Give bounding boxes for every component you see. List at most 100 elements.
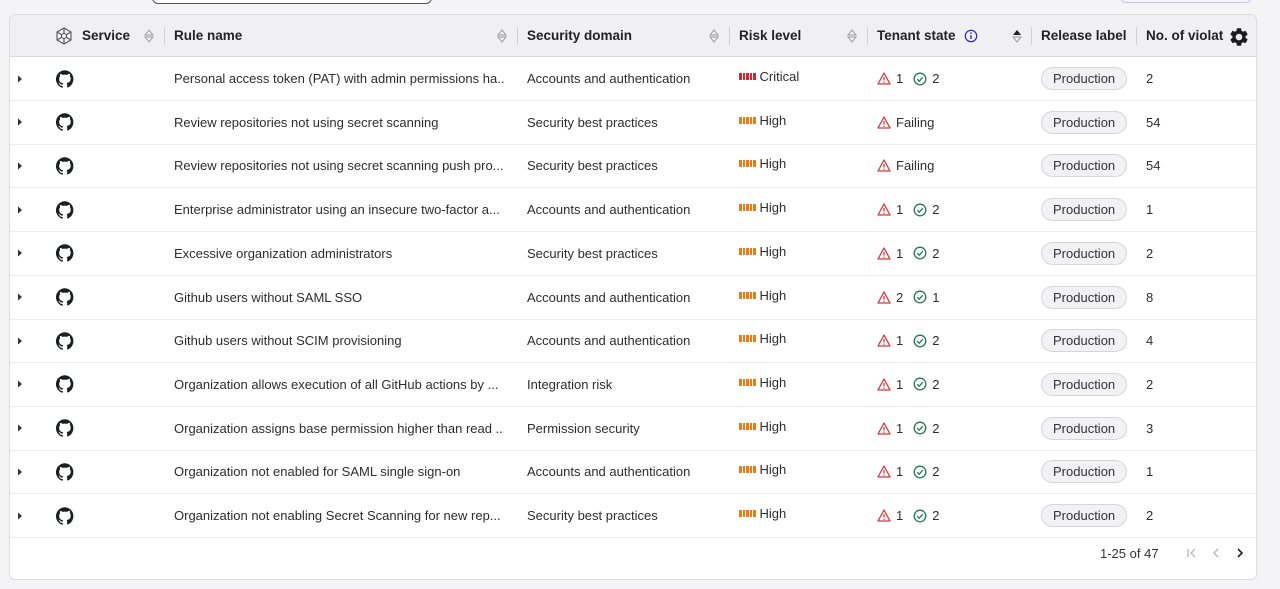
column-header-rule-name[interactable]: Rule name [174,15,242,56]
risk-bars-icon [739,247,756,255]
expand-row-button[interactable] [16,276,26,319]
warning-icon [877,509,891,522]
failing-count: 1 [877,464,903,479]
first-page-button[interactable] [1184,545,1200,561]
table-row[interactable]: Github users without SAML SSO Accounts a… [10,276,1256,320]
column-divider[interactable] [517,27,518,45]
service-cell [56,363,76,406]
column-header-release-label[interactable]: Release label [1041,15,1127,56]
column-header-violations[interactable]: No. of violati [1146,15,1224,56]
rule-name[interactable]: Enterprise administrator using an insecu… [174,188,504,231]
sort-icon[interactable] [847,28,857,44]
risk-bars-icon [739,510,756,517]
expand-row-button[interactable] [16,188,26,231]
warning-icon [877,290,891,304]
column-label-service: Service [82,28,131,43]
rule-name[interactable]: Review repositories not using secret sca… [174,144,504,187]
expand-row-button[interactable] [16,144,26,187]
failing-count: 1 [877,202,903,217]
gear-icon[interactable] [1228,26,1250,48]
check-circle-icon [913,246,927,260]
column-divider[interactable] [1031,27,1032,45]
expand-row-button[interactable] [16,363,26,406]
expand-row-button[interactable] [16,407,26,450]
github-icon [56,331,74,350]
security-domain: Security best practices [527,114,658,130]
caret-right-icon [18,512,22,519]
release-badge: Production [1041,285,1128,309]
caret-right-icon [18,293,22,301]
sort-icon[interactable] [497,28,507,44]
column-label-rule-name: Rule name [174,28,243,43]
table-row[interactable]: Organization not enabled for SAML single… [10,450,1256,495]
rule-name[interactable]: Organization allows execution of all Git… [174,363,504,406]
next-page-button[interactable] [1232,545,1248,561]
expand-row-button[interactable] [16,101,26,144]
caret-right-icon [18,118,22,126]
column-divider[interactable] [1136,27,1137,45]
warning-icon [877,72,891,85]
sort-ascending-icon[interactable] [1012,28,1022,44]
rules-table-panel: Service Rule name Security domain Risk l… [9,14,1257,580]
table-row[interactable]: Enterprise administrator using an insecu… [10,188,1256,233]
column-divider[interactable] [164,27,165,45]
previous-page-button[interactable] [1208,545,1224,561]
column-header-tenant-state[interactable]: Tenant state [877,15,978,56]
search-input[interactable] [152,0,432,4]
risk-level: High [739,405,786,448]
warning-icon [877,378,891,391]
table-row[interactable]: Personal access token (PAT) with admin p… [10,57,1256,101]
risk-level-label: High [759,243,787,259]
column-header-service[interactable]: Service [54,15,130,56]
rule-name[interactable]: Personal access token (PAT) with admin p… [174,57,504,100]
failing-count-label: 1 [896,508,904,523]
expand-row-button[interactable] [16,450,26,493]
risk-bars-icon [739,291,756,299]
release-label: Production [1041,232,1128,275]
action-button[interactable] [1120,0,1252,3]
expand-row-button[interactable] [16,319,26,362]
failing-count: 1 [877,377,903,392]
risk-level: High [739,230,786,273]
risk-level-label: Critical [759,69,800,84]
github-icon [56,157,74,175]
table-row[interactable]: Review repositories not using secret sca… [10,144,1256,189]
sort-icon[interactable] [709,28,719,44]
rule-name[interactable]: Review repositories not using secret sca… [174,101,504,144]
sort-icon[interactable] [144,28,154,44]
rule-name[interactable]: Github users without SAML SSO [174,276,504,319]
service-cell [56,450,76,493]
risk-bars-icon [739,422,756,430]
column-header-risk-level[interactable]: Risk level [739,15,801,56]
column-divider[interactable] [729,27,730,45]
table-row[interactable]: Github users without SCIM provisioning A… [10,319,1256,364]
service-cell [56,276,76,319]
rule-name[interactable]: Excessive organization administrators [174,232,504,275]
passing-count: 2 [913,333,939,348]
rule-name[interactable]: Github users without SCIM provisioning [174,319,504,362]
github-icon [56,200,74,219]
expand-row-button[interactable] [16,57,26,100]
column-header-security-domain[interactable]: Security domain [527,15,632,56]
rule-name[interactable]: Organization not enabled for SAML single… [174,450,504,493]
passing-count-label: 1 [932,289,940,305]
table-row[interactable]: Review repositories not using secret sca… [10,101,1256,145]
violations-count: 3 [1146,420,1154,436]
release-badge: Production [1041,198,1128,222]
caret-right-icon [18,75,22,82]
service-network-icon [56,26,72,45]
risk-bars-icon [739,73,756,80]
caret-right-icon [18,337,22,345]
table-row[interactable]: Organization allows execution of all Git… [10,363,1256,407]
expand-row-button[interactable] [16,232,26,275]
table-row[interactable]: Excessive organization administrators Se… [10,232,1256,276]
rule-name[interactable]: Organization assigns base permission hig… [174,407,504,450]
info-icon[interactable] [964,29,978,43]
passing-count-label: 2 [932,420,940,436]
risk-level: High [739,361,786,404]
column-divider[interactable] [867,27,868,45]
table-row[interactable]: Organization assigns base permission hig… [10,407,1256,451]
risk-level: Critical [739,55,799,98]
failing-count-label: 1 [896,420,904,436]
passing-count-label: 2 [932,333,940,349]
